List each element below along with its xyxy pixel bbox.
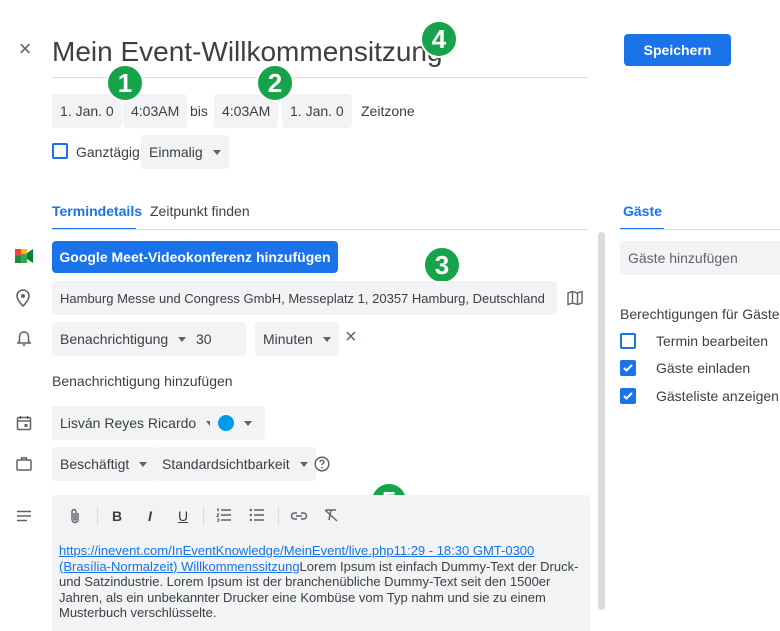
tab-find-time[interactable]: Zeitpunkt finden bbox=[150, 203, 250, 219]
date-separator: bis bbox=[190, 103, 208, 119]
color-swatch bbox=[218, 415, 234, 431]
link-icon[interactable] bbox=[289, 508, 309, 524]
calendar-owner-value: Lisván Reyes Ricardo bbox=[60, 415, 197, 431]
numbered-list-icon[interactable] bbox=[214, 508, 234, 525]
marker-3: 3 bbox=[423, 246, 461, 284]
google-meet-icon bbox=[15, 249, 33, 268]
calendar-color-select[interactable] bbox=[210, 406, 265, 440]
bold-button[interactable]: B bbox=[107, 508, 127, 524]
start-date-field[interactable]: 1. Jan. 0 bbox=[52, 94, 122, 128]
calendar-icon bbox=[16, 415, 32, 436]
notification-unit-select[interactable]: Minuten bbox=[255, 322, 339, 356]
end-date-field[interactable]: 1. Jan. 0 bbox=[282, 94, 352, 128]
all-day-label: Ganztägig bbox=[76, 144, 140, 160]
marker-4: 4 bbox=[420, 20, 458, 58]
toolbar-separator bbox=[278, 506, 279, 526]
add-notification-link[interactable]: Benachrichtigung hinzufügen bbox=[52, 373, 233, 389]
tab-event-details[interactable]: Termindetails bbox=[52, 203, 142, 219]
chevron-down-icon bbox=[322, 336, 331, 342]
description-icon bbox=[16, 509, 32, 527]
chevron-down-icon bbox=[178, 336, 187, 342]
availability-select[interactable]: Beschäftigt bbox=[52, 447, 156, 481]
permission-see-list-label: Gästeliste anzeigen bbox=[656, 388, 779, 404]
attachment-icon[interactable] bbox=[65, 508, 85, 527]
close-button[interactable]: × bbox=[14, 38, 36, 60]
permissions-title: Berechtigungen für Gäste bbox=[620, 306, 780, 322]
visibility-value: Standardsichtbarkeit bbox=[162, 456, 290, 472]
notification-unit-value: Minuten bbox=[263, 331, 313, 347]
help-icon[interactable] bbox=[314, 456, 330, 477]
marker-1: 1 bbox=[106, 64, 144, 102]
visibility-select[interactable]: Standardsichtbarkeit bbox=[154, 447, 316, 481]
toolbar-separator bbox=[97, 506, 98, 526]
chevron-down-icon bbox=[139, 461, 148, 467]
timezone-button[interactable]: Zeitzone bbox=[361, 103, 415, 119]
location-input[interactable]: Hamburg Messe und Congress GmbH, Messepl… bbox=[52, 281, 557, 315]
chevron-down-icon bbox=[212, 149, 221, 155]
bell-icon bbox=[16, 330, 32, 353]
recurrence-value: Einmalig bbox=[149, 144, 203, 160]
calendar-select[interactable]: Lisván Reyes Ricardo bbox=[52, 406, 223, 440]
bulleted-list-icon[interactable] bbox=[247, 508, 267, 525]
clear-formatting-icon[interactable] bbox=[321, 508, 341, 525]
recurrence-select[interactable]: Einmalig bbox=[141, 135, 229, 169]
permission-see-list-checkbox[interactable] bbox=[620, 388, 636, 404]
all-day-checkbox[interactable] bbox=[52, 143, 68, 159]
remove-notification-icon[interactable]: × bbox=[345, 327, 357, 347]
chevron-down-icon bbox=[299, 461, 308, 467]
details-scrollbar[interactable] bbox=[598, 232, 605, 610]
add-guests-input[interactable]: Gäste hinzufügen bbox=[620, 241, 780, 275]
notification-value-input[interactable]: 30 bbox=[188, 322, 246, 356]
permission-invite-label: Gäste einladen bbox=[656, 360, 751, 376]
italic-button[interactable]: I bbox=[140, 508, 160, 524]
map-icon[interactable] bbox=[567, 290, 583, 311]
tabs-divider bbox=[52, 229, 588, 230]
marker-2: 2 bbox=[256, 64, 294, 102]
permission-edit-label: Termin bearbeiten bbox=[656, 333, 769, 349]
availability-value: Beschäftigt bbox=[60, 456, 130, 472]
tab-guests[interactable]: Gäste bbox=[623, 203, 662, 219]
description-content[interactable]: https://inevent.com/InEventKnowledge/Mei… bbox=[59, 543, 581, 621]
location-pin-icon bbox=[16, 289, 30, 312]
chevron-down-icon bbox=[244, 420, 252, 426]
add-meet-button[interactable]: Google Meet-Videokonferenz hinzufügen bbox=[52, 241, 338, 273]
save-button[interactable]: Speichern bbox=[624, 34, 731, 66]
briefcase-icon bbox=[16, 456, 32, 476]
notification-type-value: Benachrichtigung bbox=[60, 331, 169, 347]
event-title-input[interactable]: Mein Event-Willkommensitzung bbox=[52, 36, 443, 68]
permission-invite-checkbox[interactable] bbox=[620, 360, 636, 376]
guests-tabs-divider bbox=[620, 229, 780, 230]
underline-button[interactable]: U bbox=[173, 508, 193, 524]
toolbar-separator bbox=[203, 506, 204, 526]
permission-edit-checkbox[interactable] bbox=[620, 333, 636, 349]
notification-type-select[interactable]: Benachrichtigung bbox=[52, 322, 195, 356]
